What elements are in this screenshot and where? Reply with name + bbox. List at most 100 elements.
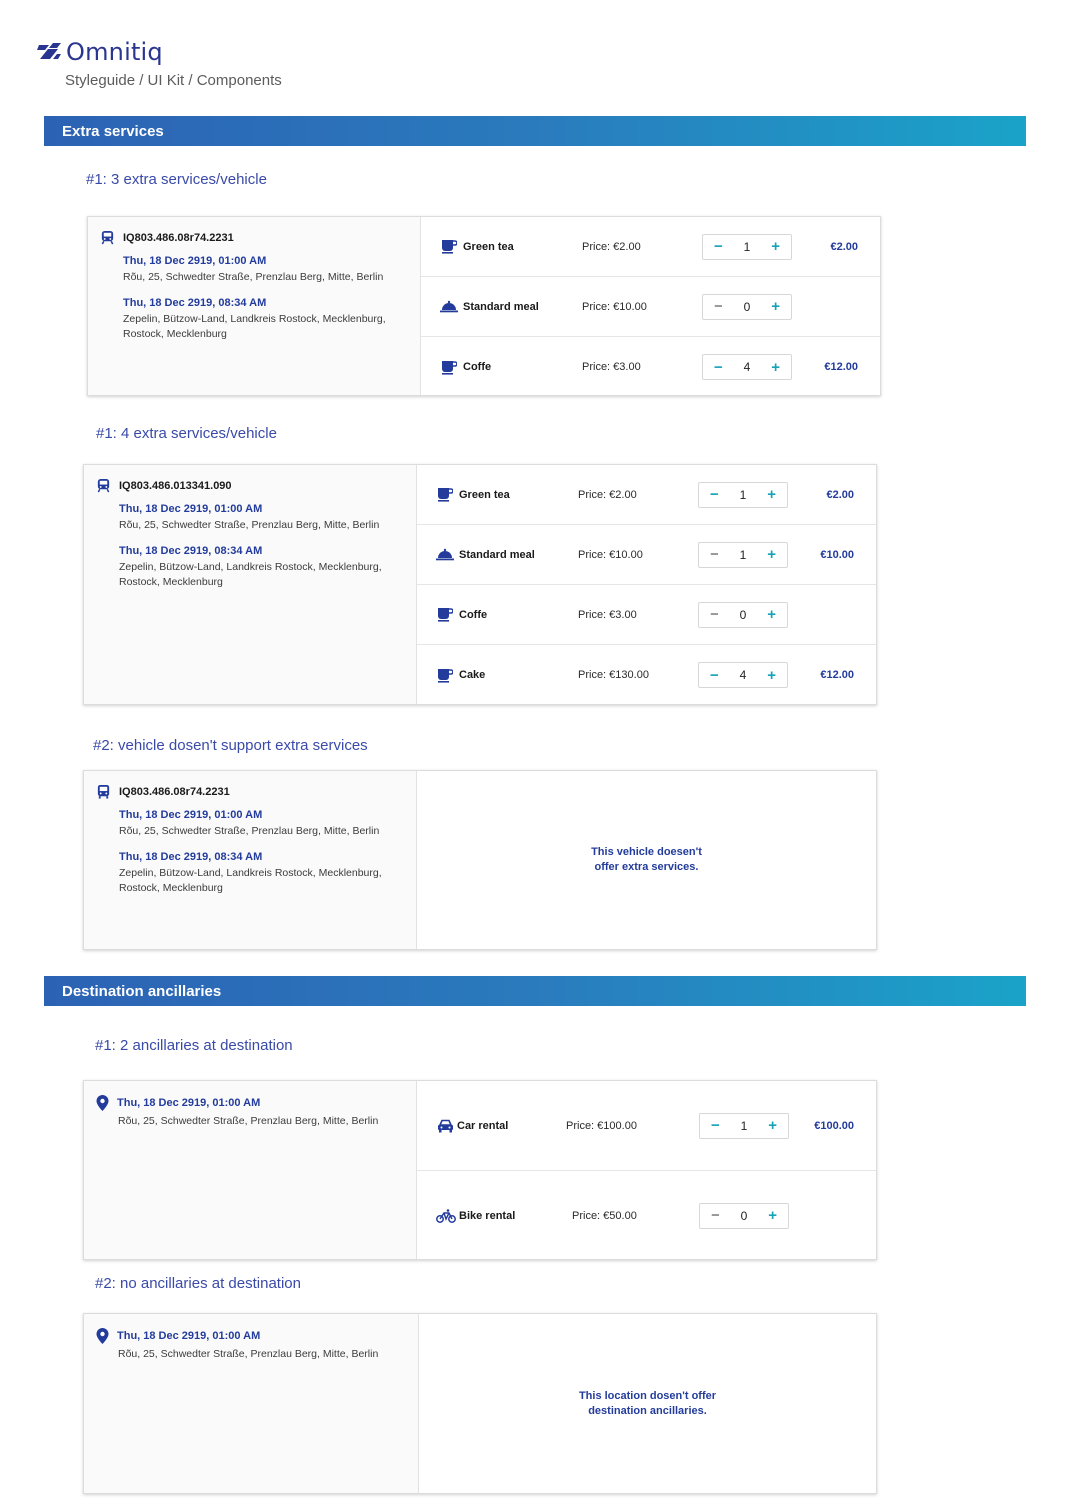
service-row: Cake Price: €130.00 − 4 + €12.00 [417, 645, 876, 705]
quantity-value: 4 [743, 360, 751, 374]
decrement-button[interactable]: − [709, 299, 727, 314]
service-name: Standard meal [463, 300, 539, 313]
variant-title: #1: 4 extra services/vehicle [96, 425, 277, 442]
section-header-destination-ancillaries: Destination ancillaries [44, 976, 1026, 1006]
brand-name: Omnitiq [66, 38, 163, 66]
decrement-button[interactable]: − [706, 1208, 724, 1223]
bike-icon [436, 1208, 456, 1224]
vehicle-id: IQ803.486.08r74.2231 [123, 231, 234, 244]
service-row: Green tea Price: €2.00 − 1 + €2.00 [417, 465, 876, 525]
increment-button[interactable]: + [764, 1118, 782, 1133]
decrement-button[interactable]: − [705, 668, 723, 683]
decrement-button[interactable]: − [705, 547, 723, 562]
services-list: Green tea Price: €2.00 − 1 + €2.00 Stand… [421, 217, 880, 395]
increment-button[interactable]: + [767, 360, 785, 375]
empty-message: This vehicle doesen't offer extra servic… [417, 845, 876, 875]
quantity-stepper: − 4 + [698, 662, 788, 688]
quantity-value: 0 [743, 299, 751, 314]
increment-button[interactable]: + [763, 547, 781, 562]
quantity-value: 1 [739, 547, 747, 562]
quantity-value: 1 [743, 239, 751, 254]
quantity-stepper: − 1 + [698, 481, 788, 508]
ancillaries-card-empty: Thu, 18 Dec 2919, 01:00 AM Rõu, 25, Schw… [83, 1313, 877, 1494]
ancillaries-card: Thu, 18 Dec 2919, 01:00 AM Rõu, 25, Schw… [83, 1080, 877, 1260]
increment-button[interactable]: + [763, 607, 781, 622]
quantity-stepper: − 0 + [698, 601, 788, 628]
service-name: Cake [459, 669, 486, 681]
variant-title: #2: no ancillaries at destination [95, 1275, 301, 1292]
service-total: €10.00 [820, 548, 854, 561]
increment-button[interactable]: + [767, 299, 785, 314]
omnitiq-logo-icon [37, 43, 61, 59]
ancillary-price: Price: €100.00 [566, 1119, 637, 1132]
service-row: Coffe Price: €3.00 − 0 + [417, 585, 876, 645]
vehicle-id: IQ803.486.08r74.2231 [119, 785, 230, 798]
service-name: Green tea [463, 240, 514, 253]
destination-address: Rõu, 25, Schwedter Straße, Prenzlau Berg… [118, 1348, 379, 1360]
cup-icon [440, 239, 458, 255]
extra-services-card: IQ803.486.08r74.2231 Thu, 18 Dec 2919, 0… [87, 216, 881, 396]
cup-icon [436, 607, 454, 623]
meal-cloche-icon [440, 299, 458, 315]
increment-button[interactable]: + [763, 487, 781, 502]
train-icon [101, 230, 114, 245]
location-info: Thu, 18 Dec 2919, 01:00 AM Rõu, 25, Schw… [84, 1314, 419, 1493]
departure-address: Rõu, 25, Schwedter Straße, Prenzlau Berg… [123, 271, 384, 283]
brand-logo: Omnitiq [36, 38, 163, 66]
quantity-value: 1 [740, 1118, 748, 1133]
increment-button[interactable]: + [767, 239, 785, 254]
quantity-stepper: − 4 + [702, 354, 792, 380]
service-row: Coffe Price: €3.00 − 4 + €12.00 [421, 337, 880, 397]
service-price: Price: €10.00 [578, 548, 643, 561]
arrival-time: Thu, 18 Dec 2919, 08:34 AM [119, 545, 263, 557]
location-info: Thu, 18 Dec 2919, 01:00 AM Rõu, 25, Schw… [84, 1081, 417, 1259]
quantity-stepper: − 0 + [699, 1202, 789, 1229]
service-row: Standard meal Price: €10.00 − 1 + €10.00 [417, 525, 876, 585]
trip-info: IQ803.486.08r74.2231 Thu, 18 Dec 2919, 0… [88, 217, 421, 395]
decrement-button[interactable]: − [706, 1118, 724, 1133]
cup-icon [436, 667, 454, 683]
ancillary-price: Price: €50.00 [572, 1209, 637, 1222]
train-icon [97, 478, 110, 493]
vehicle-id: IQ803.486.013341.090 [119, 479, 232, 492]
departure-address: Rõu, 25, Schwedter Straße, Prenzlau Berg… [119, 519, 380, 531]
service-price: Price: €130.00 [578, 669, 649, 681]
service-total: €12.00 [824, 361, 858, 373]
quantity-stepper: − 1 + [702, 233, 792, 260]
quantity-stepper: − 1 + [698, 541, 788, 568]
ancillary-row: Bike rental Price: €50.00 − 0 + [417, 1171, 876, 1260]
decrement-button[interactable]: − [705, 607, 723, 622]
section-header-extra-services: Extra services [44, 116, 1026, 146]
arrival-time: Thu, 18 Dec 2919, 01:00 AM [117, 1330, 261, 1342]
service-total: €12.00 [820, 669, 854, 681]
increment-button[interactable]: + [763, 668, 781, 683]
car-icon [436, 1118, 454, 1134]
service-row: Green tea Price: €2.00 − 1 + €2.00 [421, 217, 880, 277]
empty-message-line: offer extra services. [594, 861, 699, 873]
breadcrumb: Styleguide / UI Kit / Components [65, 72, 282, 89]
empty-message-line: This location dosen't offer [578, 1389, 717, 1402]
ancillaries-list: Car rental Price: €100.00 − 1 + €100.00 … [417, 1081, 876, 1259]
bus-icon [97, 784, 110, 799]
quantity-value: 0 [740, 1208, 748, 1223]
variant-title: #1: 2 ancillaries at destination [95, 1037, 293, 1054]
service-name: Coffe [463, 361, 492, 373]
arrival-address: Zepelin, Bützow-Land, Landkreis Rostock,… [123, 313, 386, 340]
extra-services-card: IQ803.486.013341.090 Thu, 18 Dec 2919, 0… [83, 464, 877, 705]
arrival-address: Zepelin, Bützow-Land, Landkreis Rostock,… [119, 867, 382, 894]
empty-state: This location dosen't offer destination … [419, 1314, 876, 1493]
variant-title: #1: 3 extra services/vehicle [86, 171, 267, 188]
arrival-time: Thu, 18 Dec 2919, 08:34 AM [123, 297, 267, 309]
trip-info: IQ803.486.013341.090 Thu, 18 Dec 2919, 0… [84, 465, 417, 704]
decrement-button[interactable]: − [705, 487, 723, 502]
increment-button[interactable]: + [764, 1208, 782, 1223]
service-row: Standard meal Price: €10.00 − 0 + [421, 277, 880, 337]
decrement-button[interactable]: − [709, 239, 727, 254]
decrement-button[interactable]: − [709, 360, 727, 375]
service-price: Price: €3.00 [578, 608, 637, 621]
arrival-address: Zepelin, Bützow-Land, Landkreis Rostock,… [119, 561, 382, 588]
meal-cloche-icon [436, 547, 454, 563]
arrival-time: Thu, 18 Dec 2919, 08:34 AM [119, 851, 263, 863]
service-name: Green tea [459, 488, 510, 501]
service-name: Coffe [459, 608, 488, 621]
